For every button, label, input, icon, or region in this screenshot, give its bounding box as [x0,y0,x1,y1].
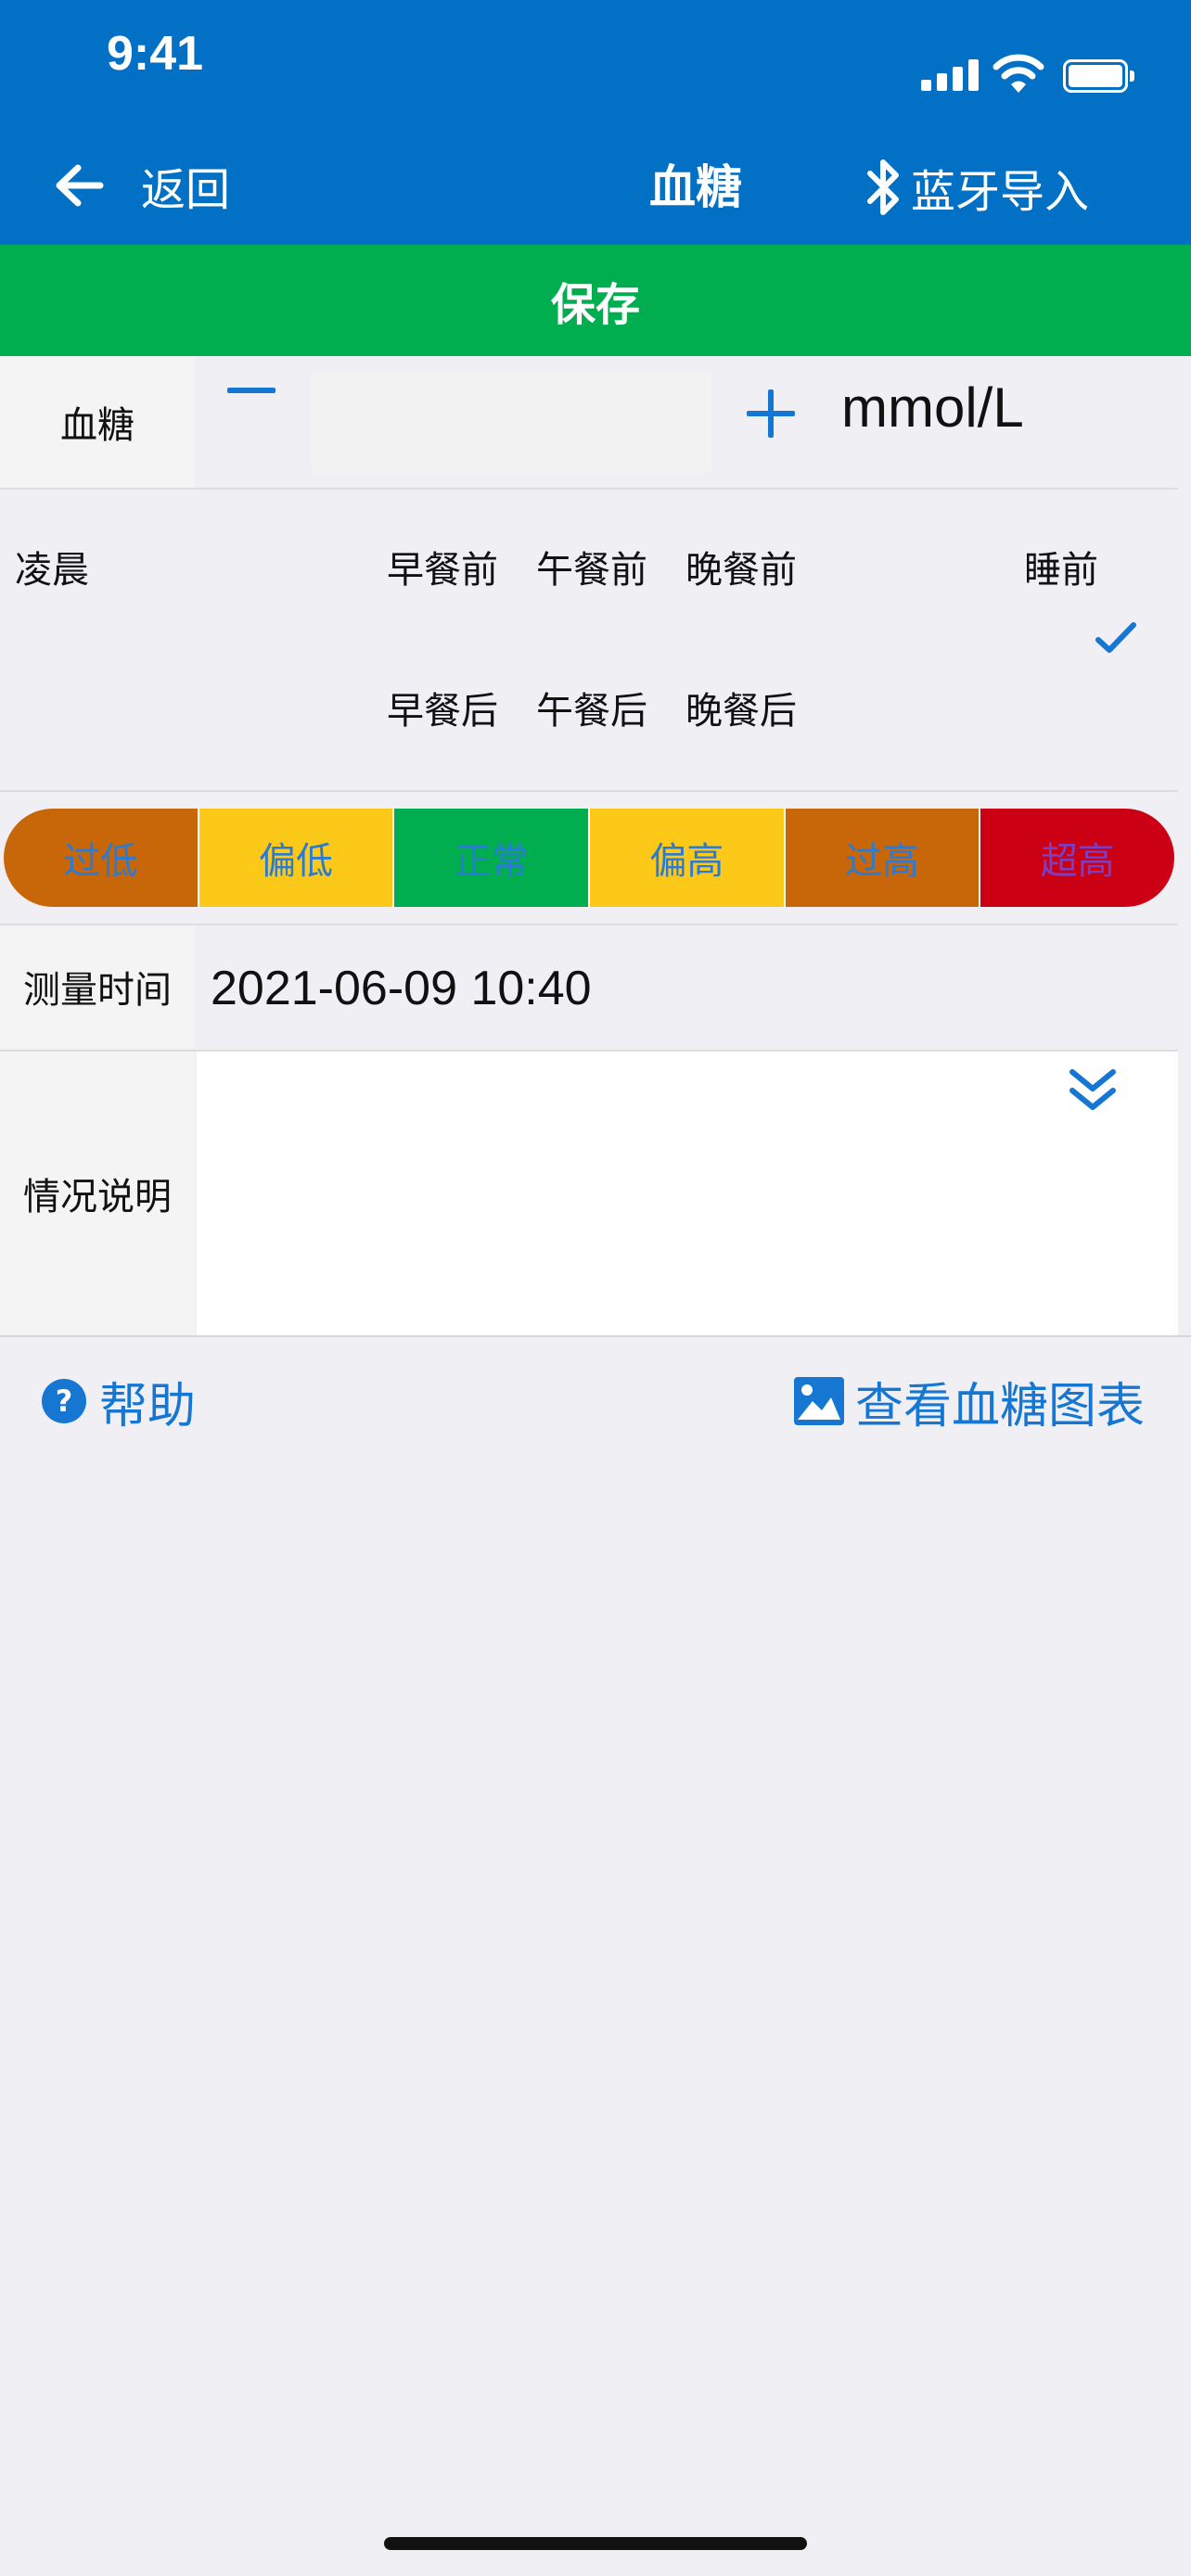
help-button[interactable]: ? 帮助 [42,1371,196,1435]
checkmark-icon [1095,622,1136,653]
home-indicator [384,2537,807,2550]
level-segment[interactable]: 过低 [4,809,199,907]
help-label: 帮助 [99,1378,197,1435]
period-after-dinner[interactable]: 晚餐后 [685,681,797,734]
save-button[interactable]: 保存 [0,245,1191,356]
period-before-sleep[interactable]: 睡前 [1024,540,1098,593]
glucose-label: 血糖 [0,356,195,488]
glucose-level-bar: 过低 偏低 正常 偏高 过高 超高 [4,809,1174,907]
level-segment[interactable]: 偏高 [590,809,786,907]
bluetooth-import-label: 蓝牙导入 [911,166,1090,218]
help-icon: ? [42,1379,86,1423]
period-after-breakfast[interactable]: 早餐后 [387,681,498,734]
period-before-lunch[interactable]: 午餐前 [536,540,647,593]
divider [0,488,1178,490]
level-segment[interactable]: 偏低 [198,809,395,907]
save-label: 保存 [550,279,640,331]
period-after-lunch[interactable]: 午餐后 [536,681,647,734]
glucose-value-input[interactable] [311,371,711,473]
back-label: 返回 [141,164,231,216]
divider [0,1335,1191,1337]
image-chart-icon [794,1377,844,1425]
period-before-dinner[interactable]: 晚餐前 [685,540,797,593]
wifi-icon [992,54,1044,93]
bluetooth-import-button[interactable]: 蓝牙导入 [863,150,1089,224]
period-early-morning[interactable]: 凌晨 [15,540,89,593]
status-time: 9:41 [107,27,204,81]
measure-time-label: 测量时间 [0,925,195,1048]
view-chart-label: 查看血糖图表 [855,1378,1146,1435]
decrement-button[interactable] [227,388,275,393]
bluetooth-icon [867,159,899,215]
divider [0,790,1178,792]
cellular-signal-icon [921,59,979,91]
status-bar: 9:41 [0,0,1191,130]
level-segment[interactable]: 超高 [980,809,1174,907]
double-chevron-down-icon[interactable] [1067,1066,1119,1113]
back-button[interactable]: 返回 [54,148,230,223]
note-label: 情况说明 [0,1052,195,1335]
increment-button[interactable] [747,389,795,438]
level-segment[interactable]: 正常 [394,809,591,907]
period-before-breakfast[interactable]: 早餐前 [387,540,498,593]
back-arrow-icon [56,164,104,207]
battery-icon [1063,59,1134,93]
note-area [197,1052,1178,1335]
note-input[interactable] [197,1052,1050,1335]
level-segment[interactable]: 过高 [785,809,981,907]
unit-label: mmol/L [841,376,1024,439]
page-title: 血糖 [649,160,742,214]
navigation-bar: 返回 血糖 蓝牙导入 [0,130,1191,245]
measure-time-value[interactable]: 2021-06-09 10:40 [211,961,592,1016]
view-chart-button[interactable]: 查看血糖图表 [792,1371,1145,1435]
